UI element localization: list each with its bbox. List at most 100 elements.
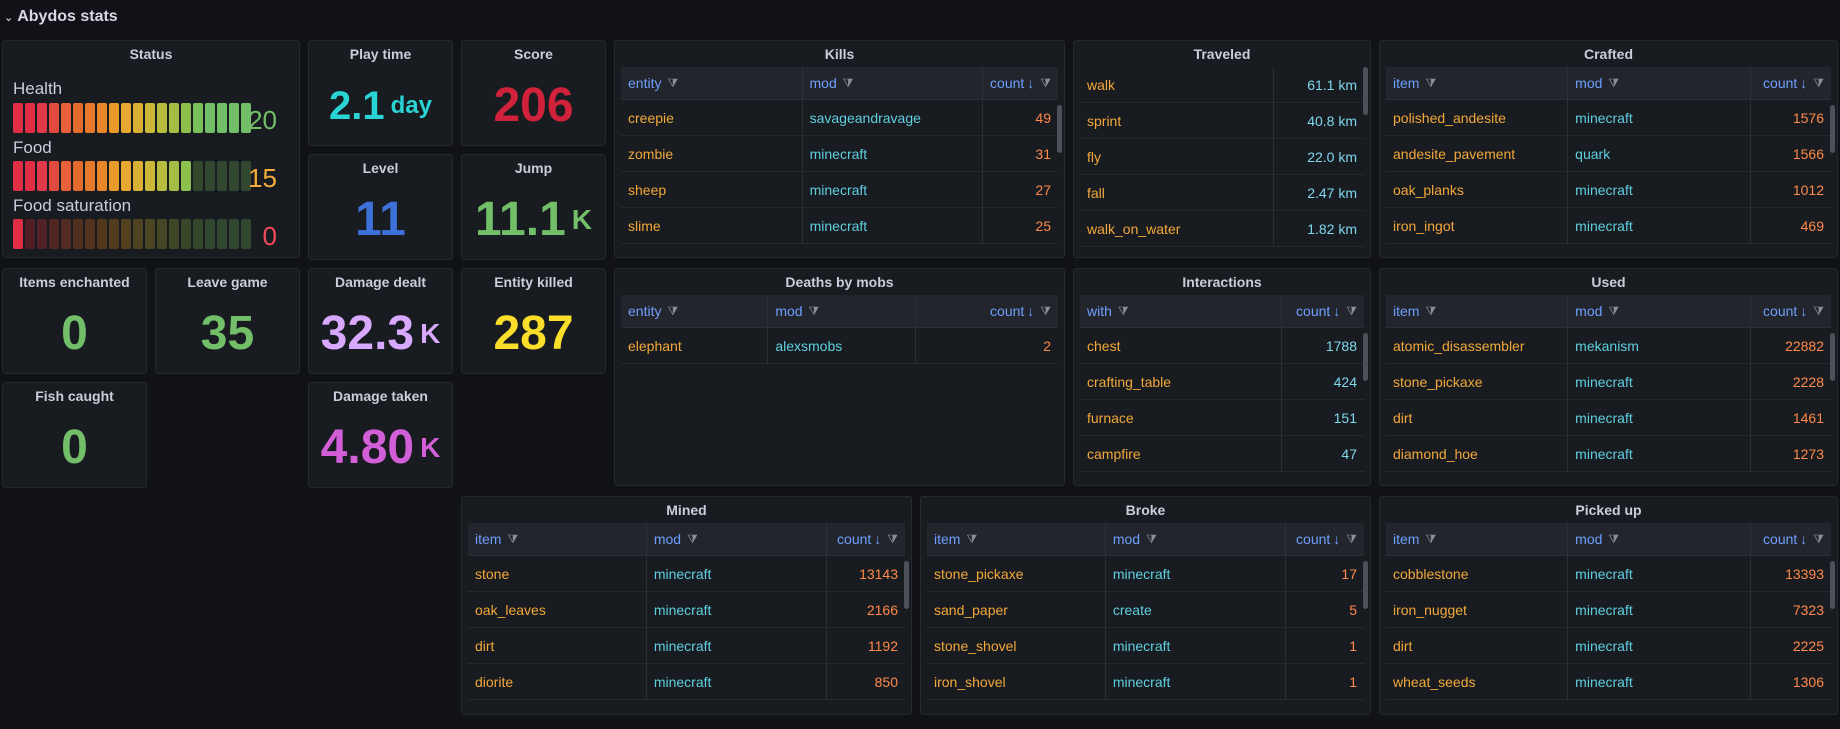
column-header-mod[interactable]: mod ⧩ — [647, 523, 827, 555]
column-header-entity[interactable]: entity ⧩ — [621, 295, 769, 327]
table-cell: 1461 — [1792, 409, 1824, 426]
column-header-mod[interactable]: mod ⧩ — [1568, 295, 1752, 327]
panel-title: Fish caught — [35, 388, 114, 404]
filter-icon[interactable]: ⧩ — [667, 76, 678, 91]
filter-icon[interactable]: ⧩ — [966, 532, 977, 547]
table-cell: minecraft — [647, 628, 827, 663]
column-header-count[interactable]: count ↓ ⧩ — [983, 67, 1058, 99]
column-header-item[interactable]: item ⧩ — [1386, 67, 1569, 99]
table-row: campfire 47 — [1080, 436, 1364, 472]
sort-desc-icon[interactable]: ↓ — [874, 531, 881, 547]
scrollbar[interactable] — [904, 561, 909, 609]
health-segment — [61, 103, 71, 133]
table-row: stone_pickaxe minecraft 2228 — [1386, 364, 1831, 400]
filter-icon[interactable]: ⧩ — [687, 532, 698, 547]
column-header-mod[interactable]: mod ⧩ — [1106, 523, 1286, 555]
filter-icon[interactable]: ⧩ — [1118, 304, 1129, 319]
scrollbar[interactable] — [1363, 333, 1368, 381]
column-header-item[interactable]: item ⧩ — [1386, 295, 1569, 327]
table-cell: minecraft — [1568, 556, 1752, 591]
table-cell: minecraft — [1568, 400, 1752, 435]
stat-value: 32.3 — [320, 307, 415, 360]
column-header-mod[interactable]: mod ⧩ — [1568, 67, 1752, 99]
filter-icon[interactable]: ⧩ — [1608, 532, 1619, 547]
table-cell: minecraft — [647, 592, 827, 627]
filter-icon[interactable]: ⧩ — [1608, 304, 1619, 319]
column-header-count[interactable]: count ↓ ⧩ — [1751, 295, 1831, 327]
column-header-count[interactable]: count ↓ ⧩ — [916, 295, 1058, 327]
saturation-segment — [85, 219, 95, 249]
filter-icon[interactable]: ⧩ — [843, 76, 854, 91]
table-cell: 1012 — [1792, 181, 1824, 198]
table-row: stone_shovel minecraft 1 — [927, 628, 1364, 664]
column-header-item[interactable]: item ⧩ — [468, 523, 647, 555]
sort-desc-icon[interactable]: ↓ — [1027, 75, 1034, 91]
filter-icon[interactable]: ⧩ — [667, 304, 678, 319]
damage-dealt-stat: 32.3 K — [309, 295, 452, 373]
filter-icon[interactable]: ⧩ — [1813, 76, 1824, 91]
sort-desc-icon[interactable]: ↓ — [1800, 531, 1807, 547]
filter-icon[interactable]: ⧩ — [1425, 304, 1436, 319]
scrollbar[interactable] — [1830, 333, 1835, 381]
column-header-entity[interactable]: entity ⧩ — [621, 67, 803, 99]
column-header-count[interactable]: count ↓ ⧩ — [1751, 67, 1831, 99]
scrollbar[interactable] — [1830, 105, 1835, 153]
filter-icon[interactable]: ⧩ — [507, 532, 518, 547]
table-row: sprint 40.8 km — [1080, 103, 1364, 139]
column-header-label: mod — [653, 531, 682, 547]
entity-killed-stat: 287 — [462, 295, 605, 373]
column-header-count[interactable]: count ↓ ⧩ — [1751, 523, 1831, 555]
scrollbar[interactable] — [1830, 561, 1835, 609]
column-header-mod[interactable]: mod ⧩ — [1568, 523, 1752, 555]
column-header-label: entity — [628, 75, 662, 91]
filter-icon[interactable]: ⧩ — [1425, 76, 1436, 91]
score-panel: Score 206 — [461, 40, 606, 146]
panel-title: Broke — [1125, 502, 1166, 518]
filter-icon[interactable]: ⧩ — [1146, 532, 1157, 547]
table-row: walk_on_water 1.82 km — [1080, 211, 1364, 247]
column-header-item[interactable]: item ⧩ — [927, 523, 1106, 555]
panel-title: Items enchanted — [19, 274, 130, 290]
scrollbar[interactable] — [1363, 561, 1368, 609]
table-cell: walk — [1080, 67, 1275, 102]
damage-dealt-panel: Damage dealt 32.3 K — [308, 268, 453, 374]
table-row: iron_nugget minecraft 7323 — [1386, 592, 1831, 628]
filter-icon[interactable]: ⧩ — [1040, 76, 1051, 91]
saturation-segment — [25, 219, 35, 249]
panel-title: Mined — [666, 502, 707, 518]
filter-icon[interactable]: ⧩ — [887, 532, 898, 547]
filter-icon[interactable]: ⧩ — [1346, 304, 1357, 319]
sort-desc-icon[interactable]: ↓ — [1800, 303, 1807, 319]
column-header-item[interactable]: item ⧩ — [1386, 523, 1569, 555]
filter-icon[interactable]: ⧩ — [1425, 532, 1436, 547]
filter-icon[interactable]: ⧩ — [1813, 304, 1824, 319]
filter-icon[interactable]: ⧩ — [1040, 304, 1051, 319]
sort-desc-icon[interactable]: ↓ — [1333, 531, 1340, 547]
filter-icon[interactable]: ⧩ — [1608, 76, 1619, 91]
table-header: item ⧩ mod ⧩ count ↓ ⧩ — [468, 523, 905, 556]
table-cell: 22882 — [1785, 337, 1824, 354]
health-segment — [37, 103, 47, 133]
filter-icon[interactable]: ⧩ — [1346, 532, 1357, 547]
column-header-count[interactable]: count ↓ ⧩ — [1286, 523, 1364, 555]
sort-desc-icon[interactable]: ↓ — [1800, 75, 1807, 91]
filter-icon[interactable]: ⧩ — [809, 304, 820, 319]
column-header-count[interactable]: count ↓ ⧩ — [1282, 295, 1364, 327]
column-header-count[interactable]: count ↓ ⧩ — [827, 523, 905, 555]
sort-desc-icon[interactable]: ↓ — [1333, 303, 1340, 319]
food-segment — [181, 161, 191, 191]
scrollbar[interactable] — [1057, 105, 1062, 153]
column-header-with[interactable]: with ⧩ — [1080, 295, 1282, 327]
sort-desc-icon[interactable]: ↓ — [1027, 303, 1034, 319]
chevron-down-icon[interactable]: ⌄ — [4, 11, 13, 24]
table-row: atomic_disassembler mekanism 22882 — [1386, 328, 1831, 364]
table-cell: minecraft — [803, 172, 984, 207]
column-header-mod[interactable]: mod ⧩ — [803, 67, 984, 99]
table-cell: 1192 — [867, 637, 898, 654]
filter-icon[interactable]: ⧩ — [1813, 532, 1824, 547]
column-header-mod[interactable]: mod ⧩ — [768, 295, 916, 327]
row-header[interactable]: ⌄ Abydos stats — [4, 6, 118, 28]
scrollbar[interactable] — [1363, 67, 1368, 115]
table-cell: 1566 — [1792, 145, 1824, 162]
table-cell: crafting_table — [1080, 364, 1282, 399]
